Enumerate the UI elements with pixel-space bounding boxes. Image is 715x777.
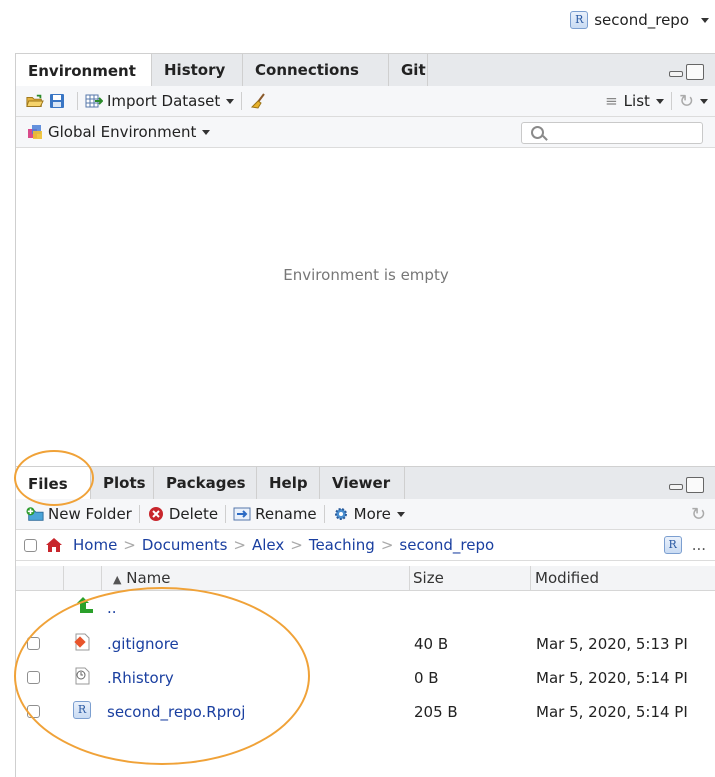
column-size-header[interactable]: Size (413, 569, 444, 587)
up-arrow-icon (77, 597, 93, 613)
search-icon (531, 126, 544, 139)
breadcrumb-teaching[interactable]: Teaching (309, 536, 375, 554)
new-folder-icon (26, 507, 44, 521)
project-name: second_repo (594, 11, 689, 29)
more-button[interactable]: More (332, 505, 405, 523)
list-icon: ≡ (605, 92, 618, 110)
pane-window-controls (668, 64, 704, 80)
pane-window-controls (668, 477, 704, 493)
list-item[interactable]: .gitignore 40 B Mar 5, 2020, 5:13 PI (16, 626, 715, 662)
files-tabstrip: Files Plots Packages Help Viewer (16, 466, 715, 500)
environment-tabstrip: Environment History Connections Git (16, 53, 715, 87)
tab-viewer[interactable]: Viewer (320, 467, 405, 499)
environment-search-input[interactable] (521, 122, 703, 144)
rename-icon (233, 507, 251, 521)
maximize-icon[interactable] (686, 477, 704, 493)
chevron-down-icon (655, 98, 664, 104)
breadcrumb-documents[interactable]: Documents (142, 536, 228, 554)
tab-help[interactable]: Help (257, 467, 320, 499)
breadcrumb-home[interactable]: Home (73, 536, 117, 554)
gear-icon (334, 508, 347, 520)
home-icon[interactable] (45, 537, 63, 553)
delete-button[interactable]: Delete (147, 505, 218, 523)
breadcrumb: Home > Documents > Alex > Teaching > sec… (16, 530, 715, 561)
row-checkbox[interactable] (27, 637, 40, 650)
environment-cubes-icon (28, 125, 42, 139)
environment-empty-message: Environment is empty (283, 266, 449, 284)
r-project-icon: R (570, 11, 589, 29)
file-size: 40 B (414, 635, 449, 653)
file-modified: Mar 5, 2020, 5:13 PI (536, 635, 688, 653)
select-all-checkbox[interactable] (24, 538, 37, 552)
environment-pane: Environment History Connections Git Impo… (15, 53, 715, 466)
project-bar: R second_repo (0, 0, 715, 42)
environment-toolbar: Import Dataset ≡ List ↻ (16, 86, 715, 117)
tab-history[interactable]: History (152, 54, 243, 86)
history-file-icon (75, 667, 90, 685)
row-checkbox[interactable] (27, 671, 40, 684)
row-checkbox[interactable] (27, 705, 40, 718)
file-size: 0 B (414, 669, 439, 687)
files-toolbar: New Folder Delete Rename More ↻ (16, 499, 715, 530)
tab-plots[interactable]: Plots (91, 467, 154, 499)
list-view-button[interactable]: ≡ List (605, 92, 664, 110)
file-name[interactable]: second_repo.Rproj (107, 703, 245, 721)
chevron-down-icon[interactable] (700, 98, 708, 104)
global-environment-dropdown[interactable]: Global Environment (48, 123, 211, 141)
refresh-icon[interactable]: ↻ (691, 504, 706, 525)
new-folder-button[interactable]: New Folder (26, 505, 132, 523)
file-name[interactable]: .gitignore (107, 635, 179, 653)
chevron-down-icon (396, 511, 405, 517)
file-size: 205 B (414, 703, 458, 721)
go-to-project-directory-icon[interactable]: R (663, 536, 682, 554)
list-item[interactable]: .Rhistory 0 B Mar 5, 2020, 5:14 PI (16, 660, 715, 696)
tab-files[interactable]: Files (16, 467, 91, 500)
column-modified-header[interactable]: Modified (535, 569, 599, 587)
project-menu[interactable]: R second_repo (570, 11, 709, 29)
parent-directory-row[interactable]: .. (16, 592, 715, 624)
broom-icon[interactable] (249, 93, 267, 109)
files-pane: Files Plots Packages Help Viewer New Fol… (15, 466, 715, 777)
delete-icon (148, 507, 163, 521)
maximize-icon[interactable] (686, 64, 704, 80)
column-name-header[interactable]: ▲ Name (113, 569, 171, 587)
tab-git[interactable]: Git (389, 54, 428, 86)
refresh-icon[interactable]: ↻ (679, 91, 694, 112)
save-icon[interactable] (48, 93, 66, 109)
git-file-icon (74, 633, 90, 651)
file-modified: Mar 5, 2020, 5:14 PI (536, 703, 688, 721)
breadcrumb-second-repo[interactable]: second_repo (399, 536, 494, 554)
breadcrumb-alex[interactable]: Alex (252, 536, 284, 554)
open-folder-icon[interactable] (26, 93, 44, 109)
tab-environment[interactable]: Environment (16, 54, 152, 87)
environment-scope-bar: Global Environment (16, 117, 715, 148)
chevron-down-icon (202, 129, 211, 135)
rename-button[interactable]: Rename (233, 505, 317, 523)
chevron-down-icon (701, 17, 709, 23)
import-dataset-button[interactable]: Import Dataset (85, 92, 235, 110)
file-name[interactable]: .Rhistory (107, 669, 174, 687)
tab-packages[interactable]: Packages (154, 467, 257, 499)
minimize-icon[interactable] (668, 477, 684, 491)
r-project-file-icon: R (73, 701, 91, 719)
files-table-header: ▲ Name Size Modified (16, 566, 715, 591)
minimize-icon[interactable] (668, 64, 684, 78)
tab-connections[interactable]: Connections (243, 54, 389, 86)
breadcrumb-more-button[interactable]: ... (692, 536, 706, 554)
chevron-down-icon (226, 98, 235, 104)
import-dataset-icon (85, 94, 103, 108)
list-item[interactable]: R second_repo.Rproj 205 B Mar 5, 2020, 5… (16, 694, 715, 730)
file-modified: Mar 5, 2020, 5:14 PI (536, 669, 688, 687)
